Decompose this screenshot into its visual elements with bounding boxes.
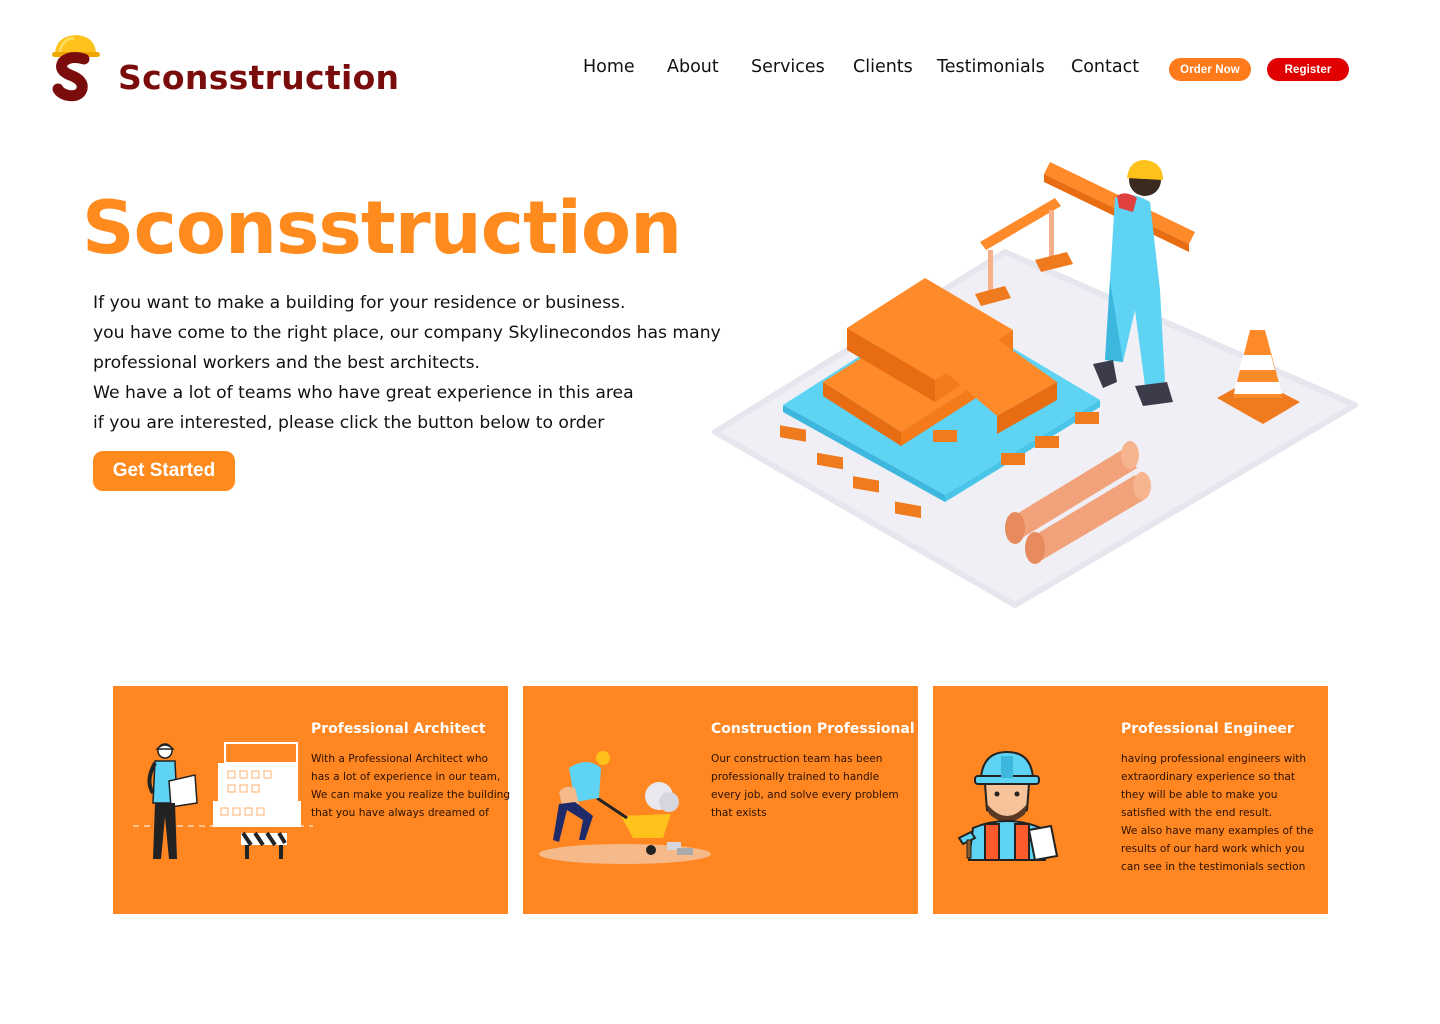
- card-line: they will be able to make you: [1121, 789, 1278, 801]
- card-line: We can make you realize the building: [311, 789, 511, 801]
- card-title: Professional Architect: [311, 721, 486, 737]
- card-line: results of our hard work which you: [1121, 843, 1305, 855]
- construction-site-illustration: [712, 160, 1358, 608]
- card-description: Our construction team has been professio…: [711, 750, 899, 822]
- nav-about[interactable]: About: [667, 57, 719, 77]
- hero-line: We have a lot of teams who have great ex…: [93, 383, 634, 403]
- get-started-button[interactable]: Get Started: [93, 451, 235, 491]
- card-line: has a lot of experience in our team,: [311, 771, 501, 783]
- nav-clients[interactable]: Clients: [853, 57, 913, 77]
- card-line: satisfied with the end result.: [1121, 807, 1273, 819]
- helmet-s-logo-icon[interactable]: [50, 32, 102, 108]
- brand-name: Sconsstruction: [118, 58, 400, 97]
- nav-testimonials[interactable]: Testimonials: [937, 57, 1045, 77]
- hero-description: If you want to make a building for your …: [93, 288, 721, 438]
- card-line: that you have always dreamed of: [311, 807, 489, 819]
- card-line: extraordinary experience so that: [1121, 771, 1296, 783]
- card-construction-professional[interactable]: Construction Professional Our constructi…: [523, 686, 918, 914]
- card-title: Professional Engineer: [1121, 721, 1294, 737]
- nav-contact[interactable]: Contact: [1071, 57, 1139, 77]
- engineer-illustration: [957, 750, 1059, 862]
- card-line: With a Professional Architect who: [311, 753, 489, 765]
- hero-line: professional workers and the best archit…: [93, 353, 481, 373]
- card-line: having professional engineers with: [1121, 753, 1307, 765]
- card-professional-architect[interactable]: Professional Architect With a Profession…: [113, 686, 510, 914]
- card-title: Construction Professional: [711, 721, 915, 737]
- hero-title: Sconsstruction: [82, 186, 682, 271]
- register-button[interactable]: Register: [1267, 58, 1349, 81]
- nav-home[interactable]: Home: [583, 57, 635, 77]
- card-description: With a Professional Architect who has a …: [311, 750, 510, 822]
- card-line: that exists: [711, 807, 767, 819]
- order-now-button[interactable]: Order Now: [1169, 58, 1251, 81]
- card-description: having professional engineers with extra…: [1121, 750, 1314, 876]
- architect-illustration: [133, 742, 313, 859]
- card-line: every job, and solve every problem: [711, 789, 899, 801]
- card-line: can see in the testimonials section: [1121, 861, 1306, 873]
- wheelbarrow-worker-illustration: [539, 751, 711, 864]
- card-professional-engineer[interactable]: Professional Engineer having professiona…: [933, 686, 1328, 914]
- hero-line: If you want to make a building for your …: [93, 293, 626, 313]
- card-line: Our construction team has been: [711, 753, 883, 765]
- card-line: We also have many examples of the: [1121, 825, 1314, 837]
- nav-services[interactable]: Services: [751, 57, 825, 77]
- hero-line: you have come to the right place, our co…: [93, 323, 721, 343]
- hero-line: if you are interested, please click the …: [93, 413, 605, 433]
- card-line: professionally trained to handle: [711, 771, 880, 783]
